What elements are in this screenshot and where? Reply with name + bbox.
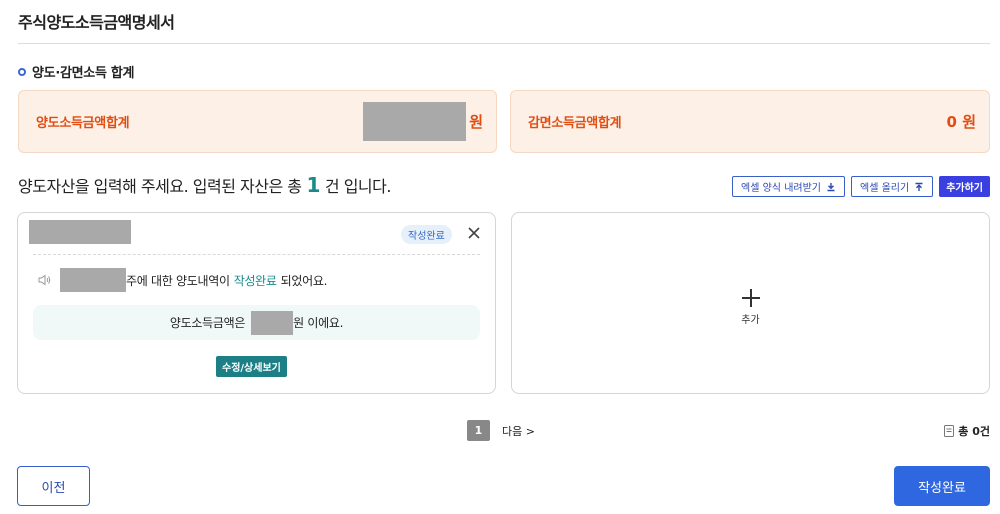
page-number-current[interactable]: 1 bbox=[467, 420, 490, 441]
transfer-total-label: 양도소득금액합계 bbox=[36, 116, 130, 131]
redacted-asset-name bbox=[29, 220, 131, 244]
ring-bullet-icon bbox=[18, 67, 26, 76]
transfer-total-unit: 원 bbox=[469, 113, 483, 131]
total-count: 총 0건 bbox=[944, 423, 990, 439]
title-divider bbox=[18, 43, 990, 44]
notice-row: 주에 대한 양도내역이 작성완료 되었어요. bbox=[38, 268, 327, 292]
add-card-label: 추가 bbox=[741, 315, 760, 326]
page-next-link[interactable]: 다음 > bbox=[502, 423, 535, 439]
section-title: 양도·감면소득 합계 bbox=[18, 62, 134, 81]
notice-prefix: 주에 대한 양도내역이 bbox=[126, 273, 230, 288]
excel-download-label: 엑셀 양식 내려받기 bbox=[741, 183, 821, 194]
section-title-label: 양도·감면소득 합계 bbox=[32, 66, 135, 81]
amount-prefix: 양도소득금액은 bbox=[169, 316, 246, 330]
excel-upload-label: 엑셀 올리기 bbox=[860, 183, 910, 194]
asset-title-prefix: 양도자산을 입력해 주세요. 입력된 자산은 총 bbox=[18, 177, 302, 196]
upload-icon bbox=[915, 182, 923, 191]
complete-button[interactable]: 작성완료 bbox=[894, 466, 990, 506]
reduction-total-card: 감면소득금액합계 0 원 bbox=[510, 90, 990, 153]
notice-accent: 작성완료 bbox=[233, 273, 277, 288]
download-icon bbox=[827, 182, 835, 191]
add-asset-card[interactable]: 추가 bbox=[511, 212, 990, 394]
amount-box: 양도소득금액은 원 이에요. bbox=[33, 305, 480, 340]
asset-card: 작성완료 주에 대한 양도내역이 작성완료 되었어요. 양도소득금액은 원 이에… bbox=[17, 212, 496, 394]
page-title: 주식양도소득금액명세서 bbox=[18, 13, 175, 32]
asset-title: 양도자산을 입력해 주세요. 입력된 자산은 총 1 건 입니다. bbox=[18, 173, 391, 197]
redacted-amount bbox=[363, 102, 467, 141]
close-icon[interactable] bbox=[467, 226, 481, 240]
total-count-label: 총 0건 bbox=[958, 425, 990, 438]
asset-actions: 엑셀 양식 내려받기 엑셀 올리기 추가하기 bbox=[732, 176, 990, 197]
add-asset-button[interactable]: 추가하기 bbox=[939, 176, 990, 197]
excel-download-button[interactable]: 엑셀 양식 내려받기 bbox=[732, 176, 845, 197]
redacted-stock-name bbox=[60, 268, 126, 292]
speaker-icon bbox=[38, 274, 51, 286]
document-icon bbox=[944, 425, 955, 437]
status-badge: 작성완료 bbox=[401, 225, 452, 244]
prev-button[interactable]: 이전 bbox=[17, 466, 90, 506]
card-divider bbox=[33, 254, 480, 255]
pagination: 1 다음 > bbox=[467, 420, 535, 441]
amount-suffix: 원 이에요. bbox=[293, 316, 344, 330]
notice-suffix: 되었어요. bbox=[280, 273, 328, 288]
transfer-total-card: 양도소득금액합계 원 bbox=[18, 90, 497, 153]
reduction-total-label: 감면소득금액합계 bbox=[528, 116, 622, 131]
redacted-transfer-amount bbox=[251, 310, 294, 335]
reduction-total-value: 0 원 bbox=[946, 113, 976, 131]
excel-upload-button[interactable]: 엑셀 올리기 bbox=[851, 176, 934, 197]
edit-detail-button[interactable]: 수정/상세보기 bbox=[216, 356, 287, 377]
asset-count: 1 bbox=[306, 173, 320, 197]
plus-icon bbox=[741, 289, 760, 307]
transfer-total-value: 원 bbox=[363, 102, 483, 141]
asset-title-suffix: 건 입니다. bbox=[324, 177, 392, 196]
